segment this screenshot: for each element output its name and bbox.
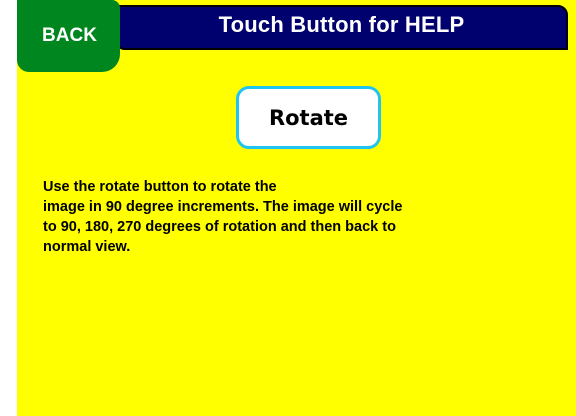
back-button-label: BACK [42,25,97,46]
help-description: Use the rotate button to rotate the imag… [43,179,403,255]
page-title: Touch Button for HELP [218,11,465,37]
rotate-button[interactable]: Rotate [236,86,381,149]
rotate-button-label: Rotate [268,105,349,130]
back-button[interactable]: BACK [17,0,120,72]
header-bar: Touch Button for HELP [115,5,568,50]
help-screen: Touch Button for HELP BACK Rotate Use th… [0,0,576,416]
